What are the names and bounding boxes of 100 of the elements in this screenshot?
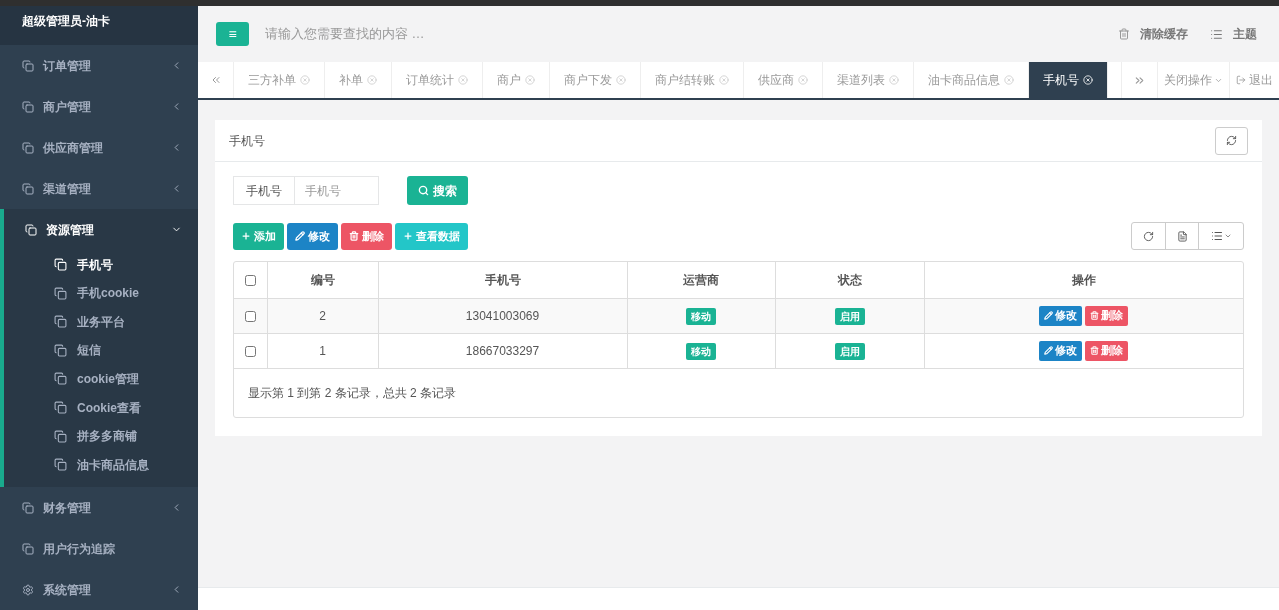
toolbar-button[interactable]: 查看数据 [395, 222, 468, 250]
page-tab[interactable]: 订单统计 [392, 62, 483, 98]
column-header: 状态 [775, 262, 924, 298]
submenu-item[interactable]: Cookie查看 [4, 393, 198, 422]
row-checkbox[interactable] [244, 345, 256, 357]
table-cell: 18667033297 [378, 333, 627, 368]
edit-button[interactable]: 修改 [1039, 305, 1083, 326]
close-icon [458, 75, 468, 85]
document-icon [1176, 230, 1188, 242]
sidebar-item-label: 用户行为追踪 [43, 540, 116, 558]
sidebar-title: 超级管理员-油卡 [22, 14, 110, 28]
submenu-item[interactable]: 手机号 [4, 250, 198, 279]
logout-button[interactable]: 退出 [1229, 62, 1279, 98]
submenu-item[interactable]: 短信 [4, 336, 198, 365]
table-cell: 2 [267, 298, 378, 333]
carrier-badge: 移动 [686, 342, 716, 360]
submenu-item[interactable]: 业务平台 [4, 307, 198, 337]
sidebar-item[interactable]: 系统管理 [0, 569, 198, 610]
close-icon [1004, 75, 1014, 85]
close-icon [616, 75, 626, 85]
copy-icon [22, 59, 34, 72]
submenu-item[interactable]: cookie管理 [4, 364, 198, 394]
pagination-info: 显示第 1 到第 2 条记录，总共 2 条记录 [248, 384, 457, 402]
refresh-icon [1226, 135, 1237, 146]
page-tab[interactable]: 商户下发 [550, 62, 641, 98]
sidebar-item[interactable]: 渠道管理 [0, 168, 198, 210]
copy-icon [22, 141, 34, 154]
trash-icon [349, 231, 359, 241]
search-icon [418, 185, 429, 196]
close-icon [1083, 75, 1093, 85]
sidebar-item-label: 系统管理 [43, 581, 92, 599]
sidebar-item[interactable]: 资源管理 [4, 209, 198, 251]
copy-icon [54, 258, 67, 272]
sidebar-item-label: 商户管理 [43, 98, 92, 116]
close-icon [300, 75, 310, 85]
sidebar-item[interactable]: 订单管理 [0, 45, 198, 87]
sidebar-item[interactable]: 供应商管理 [0, 127, 198, 169]
copy-icon [54, 286, 67, 300]
sidebar-item[interactable]: 商户管理 [0, 86, 198, 128]
sidebar-item[interactable]: 用户行为追踪 [0, 528, 198, 569]
close-icon [889, 75, 899, 85]
status-badge: 启用 [834, 307, 865, 325]
page-tab[interactable]: 商户结转账 [641, 62, 744, 98]
sidebar-item-label: 订单管理 [43, 57, 92, 75]
edit-button[interactable]: 修改 [1039, 340, 1083, 361]
column-header: 操作 [924, 262, 1243, 298]
page-tab[interactable]: 商户 [483, 62, 550, 98]
close-icon [525, 75, 535, 85]
page-tab[interactable]: 手机号 [1029, 62, 1108, 98]
panel-title: 手机号 [229, 132, 265, 150]
logout-icon [1236, 75, 1246, 85]
page-tab[interactable]: 供应商 [744, 62, 823, 98]
copy-icon [22, 501, 34, 514]
search-button[interactable]: 搜索 [407, 176, 468, 205]
copy-icon [54, 458, 67, 472]
delete-button[interactable]: 删除 [1085, 305, 1129, 326]
page-tab[interactable]: 补单 [325, 62, 392, 98]
plus-icon [241, 231, 251, 241]
sidebar-item-label: 资源管理 [46, 221, 95, 239]
page-tab[interactable]: 三方补单 [234, 62, 325, 98]
close-icon [798, 75, 808, 85]
select-all-checkbox[interactable] [244, 275, 256, 287]
close-menu-dropdown[interactable]: 关闭操作 [1157, 62, 1229, 98]
carrier-badge: 移动 [686, 307, 716, 325]
pencil-icon [1044, 346, 1054, 355]
sidebar-item-label: 财务管理 [43, 499, 92, 517]
copy-icon [54, 401, 67, 414]
toolbar-button[interactable]: 修改 [287, 222, 338, 250]
toolbar-button[interactable]: 删除 [341, 222, 392, 250]
refresh-icon [1143, 230, 1154, 242]
list-icon [1210, 27, 1223, 41]
filter-label: 手机号 [233, 176, 295, 205]
plus-icon [403, 231, 413, 241]
trash-icon [1090, 346, 1100, 355]
search-field[interactable]: 请输入您需要查找的内容 … [265, 24, 665, 44]
header-action[interactable]: 清除缓存 [1118, 25, 1188, 43]
trash-icon [1118, 28, 1130, 40]
copy-icon [54, 343, 67, 357]
sidebar-item[interactable]: 财务管理 [0, 487, 198, 528]
copy-icon [54, 372, 67, 386]
delete-button[interactable]: 删除 [1085, 340, 1129, 361]
column-header: 运营商 [627, 262, 775, 298]
close-icon [719, 75, 729, 85]
refresh-button[interactable] [1215, 126, 1248, 155]
menu-toggle-button[interactable]: ≡ [216, 22, 249, 46]
page-tab[interactable]: 渠道列表 [823, 62, 914, 98]
copy-icon [25, 223, 37, 236]
toolbar-button[interactable]: 添加 [233, 222, 284, 250]
submenu-item[interactable]: 拼多多商铺 [4, 421, 198, 451]
pencil-icon [1044, 311, 1054, 320]
close-icon [367, 75, 377, 85]
submenu-item[interactable]: 手机cookie [4, 278, 198, 308]
status-badge: 启用 [834, 342, 865, 360]
row-checkbox[interactable] [244, 310, 256, 322]
phone-input[interactable]: 手机号 [295, 176, 379, 205]
header-action[interactable]: 主题 [1210, 25, 1257, 43]
copy-icon [22, 542, 34, 555]
copy-icon [22, 182, 34, 195]
submenu-item[interactable]: 油卡商品信息 [4, 450, 198, 479]
sidebar-item-label: 渠道管理 [43, 180, 92, 198]
